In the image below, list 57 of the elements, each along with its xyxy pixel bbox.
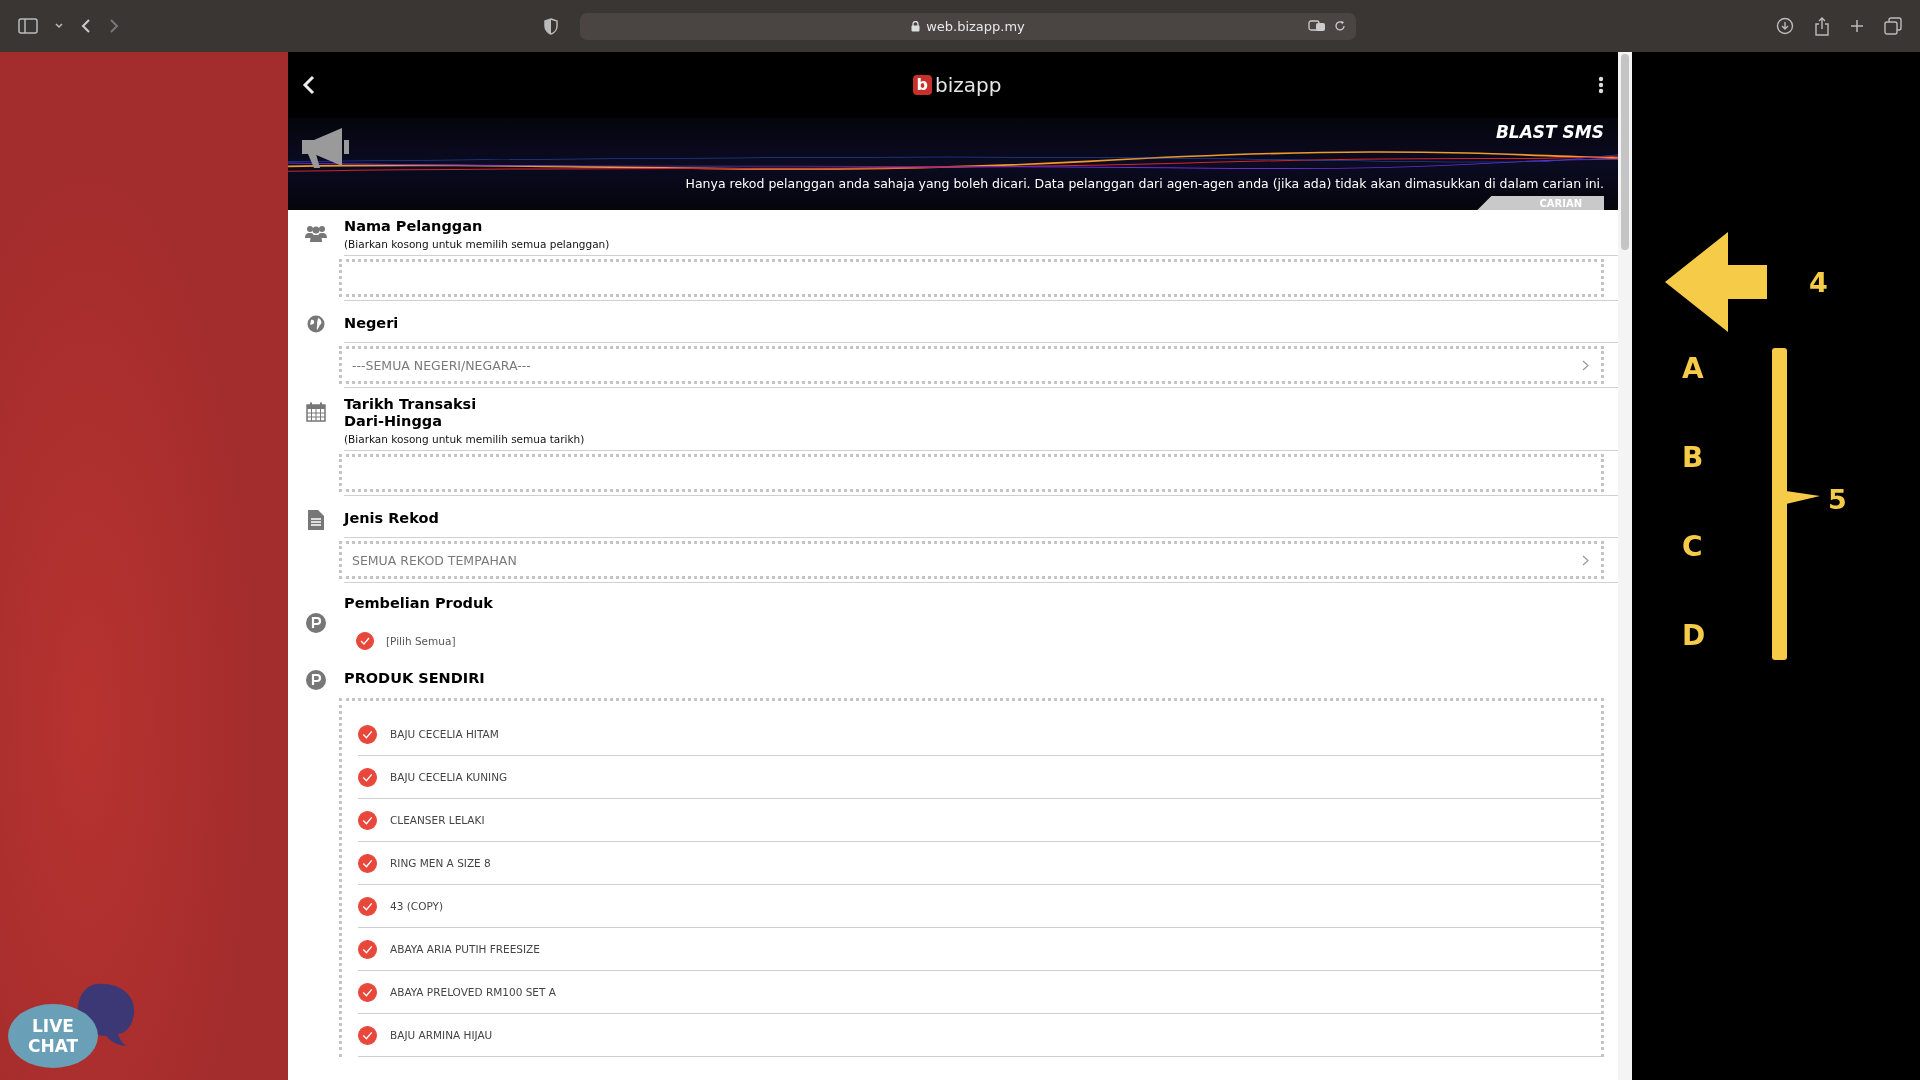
product-option[interactable]: CLEANSER LELAKI bbox=[358, 799, 1601, 842]
product-option[interactable]: BAJU CECELIA HITAM bbox=[358, 713, 1601, 756]
annotation-number: 4 bbox=[1809, 266, 1828, 298]
product-option[interactable]: BAJU ARMINA HIJAU bbox=[358, 1014, 1601, 1057]
forward-icon[interactable] bbox=[108, 18, 120, 34]
left-arrow-icon bbox=[1665, 232, 1767, 332]
product-option[interactable]: ABAYA ARIA PUTIH FREESIZE bbox=[358, 928, 1601, 971]
plus-icon[interactable] bbox=[1850, 19, 1864, 33]
chevron-right-icon bbox=[1582, 554, 1589, 566]
address-bar[interactable]: web.bizapp.my bbox=[580, 12, 1356, 40]
shield-icon[interactable] bbox=[544, 17, 558, 35]
section-title: Dari-Hingga bbox=[344, 413, 443, 430]
annotation-letter: D bbox=[1682, 621, 1707, 651]
url-text: web.bizapp.my bbox=[926, 18, 1025, 34]
select-field[interactable]: ---SEMUA NEGERI/NEGARA--- bbox=[339, 346, 1604, 384]
more-options-icon[interactable] bbox=[1598, 76, 1604, 94]
annotation-number: 5 bbox=[1828, 484, 1847, 515]
input-field[interactable] bbox=[339, 454, 1604, 492]
tabs-icon[interactable] bbox=[1884, 17, 1902, 35]
hint-text: (Biarkan kosong untuk memilih semua tarikh) bbox=[344, 433, 586, 445]
section-title: Tarikh Transaksi bbox=[344, 396, 478, 413]
product-option[interactable]: BAJU CECELIA KUNING bbox=[358, 756, 1601, 799]
scrollbar-thumb[interactable] bbox=[1621, 54, 1629, 250]
annotation-letter: B bbox=[1682, 443, 1705, 473]
banner-title: BLAST SMS bbox=[1495, 122, 1604, 142]
people-icon bbox=[305, 224, 327, 242]
p-circle-icon bbox=[306, 613, 326, 633]
section-title: Negeri bbox=[344, 314, 400, 332]
banner-note: Hanya rekod pelanggan anda sahaja yang boleh dicari. Data pelanggan dari agen-agen anda (jika ada) tidak akan dimasukkan di dalam carian ini. bbox=[685, 176, 1604, 191]
back-icon[interactable] bbox=[80, 18, 92, 34]
download-icon[interactable] bbox=[1776, 17, 1794, 35]
section-title: Nama Pelanggan bbox=[344, 218, 484, 235]
globe-icon bbox=[307, 315, 325, 333]
annotation-letter: A bbox=[1682, 354, 1705, 384]
chevron-right-icon bbox=[1582, 359, 1589, 371]
product-option[interactable]: RING MEN A SIZE 8 bbox=[358, 842, 1601, 885]
share-icon[interactable] bbox=[1814, 16, 1830, 36]
product-option[interactable]: 43 (COPY) bbox=[358, 885, 1601, 928]
translate-icon[interactable] bbox=[1308, 20, 1326, 32]
reload-icon[interactable] bbox=[1334, 20, 1346, 32]
annotation-letter: C bbox=[1682, 532, 1704, 562]
section-title: Jenis Rekod bbox=[344, 509, 440, 527]
back-icon[interactable] bbox=[302, 75, 316, 95]
select-field[interactable]: SEMUA REKOD TEMPAHAN bbox=[339, 541, 1604, 579]
section-title: PRODUK SENDIRI bbox=[344, 669, 486, 688]
document-icon bbox=[308, 510, 324, 530]
input-field[interactable] bbox=[339, 259, 1604, 297]
sidebar-icon[interactable] bbox=[18, 18, 38, 34]
p-circle-icon bbox=[306, 670, 326, 690]
calendar-icon bbox=[306, 402, 326, 422]
lock-icon bbox=[911, 20, 921, 32]
hint-text: (Biarkan kosong untuk memilih semua pelanggan) bbox=[344, 238, 611, 250]
product-option[interactable]: ABAYA PRELOVED RM100 SET A bbox=[358, 971, 1601, 1014]
chevron-down-icon[interactable] bbox=[54, 22, 64, 30]
select-all-option[interactable]: [Pilih Semua] bbox=[344, 612, 1618, 664]
section-title: Pembelian Produk bbox=[344, 594, 494, 612]
bizapp-logo: b bizapp bbox=[912, 73, 1002, 97]
